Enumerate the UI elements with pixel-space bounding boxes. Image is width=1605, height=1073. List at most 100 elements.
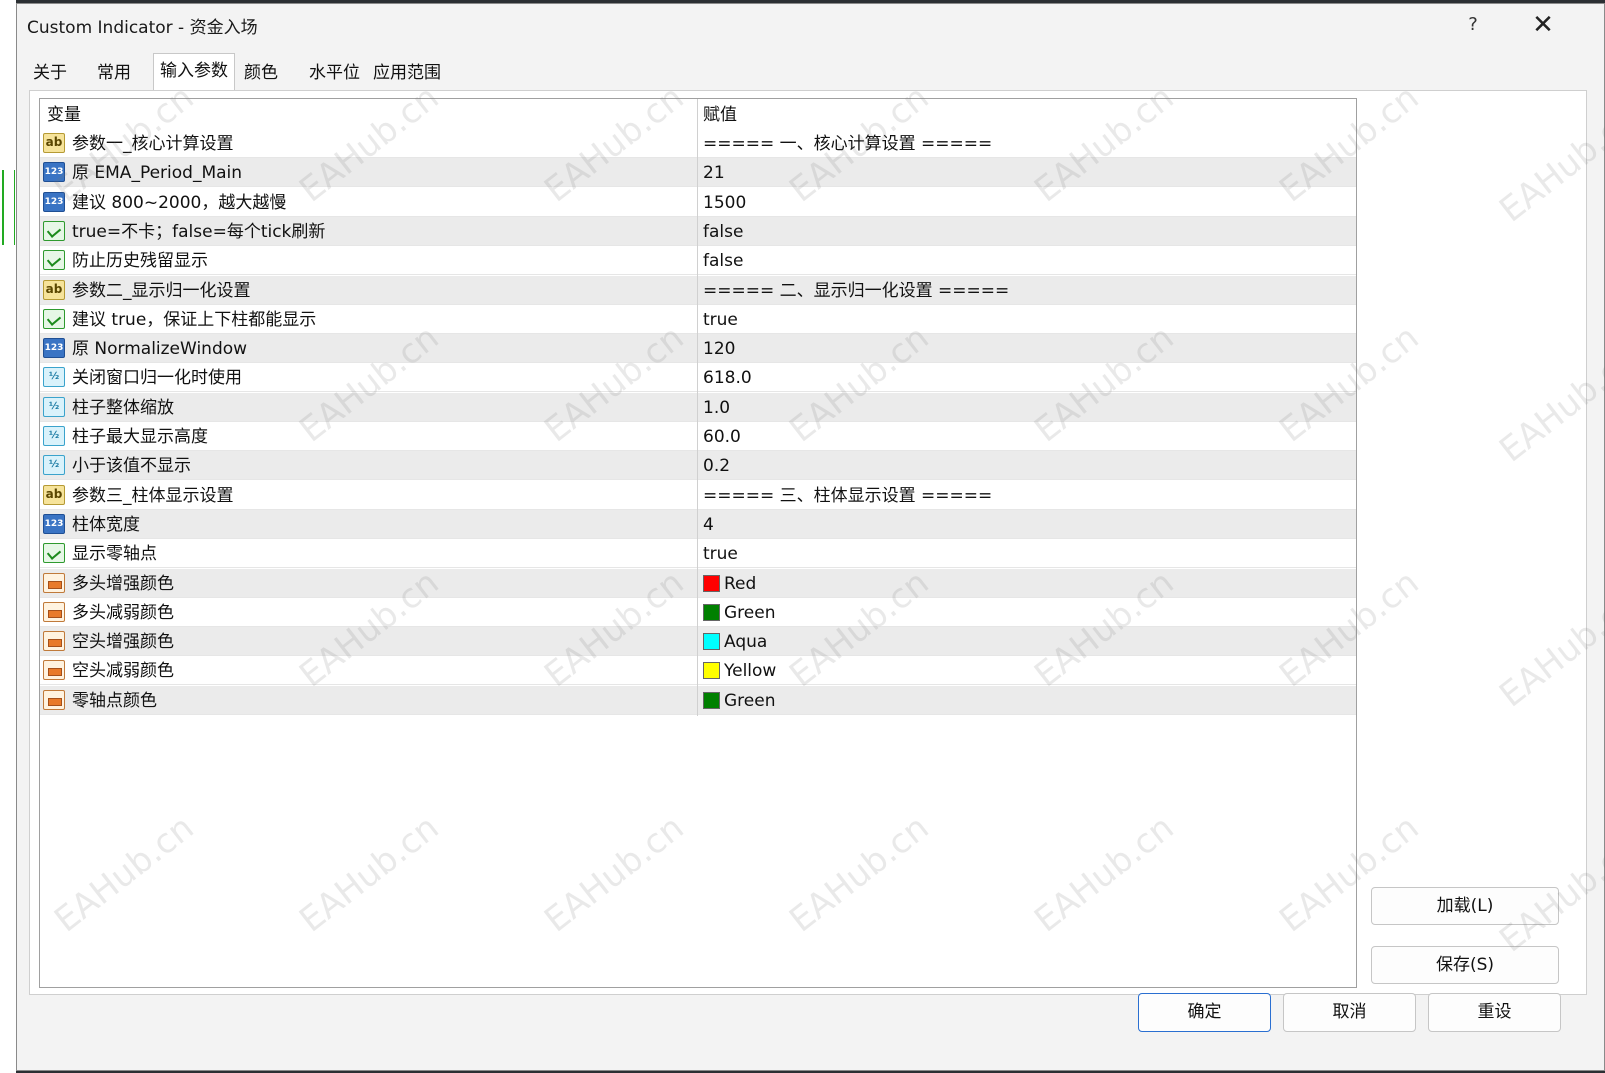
parameter-name: 零轴点颜色 — [72, 690, 157, 711]
tab-inputs[interactable]: 输入参数 — [153, 53, 235, 90]
parameter-row[interactable]: ab 参数三_柱体显示设置 ===== 三、柱体显示设置 ===== — [40, 481, 1356, 510]
parameter-value[interactable]: false — [703, 217, 743, 246]
tab-about[interactable]: 关于 — [27, 56, 73, 90]
parameter-value[interactable]: 618.0 — [703, 363, 752, 392]
int-icon: 123 — [43, 513, 65, 534]
color-swatch[interactable] — [703, 603, 720, 621]
parameter-value[interactable]: 4 — [703, 510, 714, 539]
input-parameters-grid: 变量 赋值 ab 参数一_核心计算设置 ===== 一、核心计算设置 ===== 12… — [39, 98, 1357, 988]
parameter-name: 关闭窗口归一化时使用 — [72, 368, 242, 389]
help-button[interactable]: ? — [1459, 11, 1487, 39]
tab-panel: 变量 赋值 ab 参数一_核心计算设置 ===== 一、核心计算设置 ===== 12… — [29, 90, 1587, 995]
parameter-name: 柱子最大显示高度 — [72, 427, 208, 447]
parameter-row[interactable]: 防止历史残留显示 false — [40, 246, 1356, 276]
parameter-row[interactable]: 建议 true，保证上下柱都能显示 true — [40, 305, 1356, 334]
double-icon: ½ — [43, 367, 65, 388]
parameter-row[interactable]: true=不卡；false=每个tick刷新 false — [40, 216, 1356, 246]
parameter-row[interactable]: ½ 小于该值不显示 0.2 — [40, 451, 1356, 481]
bool-icon — [43, 220, 65, 241]
parameter-value[interactable]: 60.0 — [703, 422, 741, 451]
parameter-value[interactable]: ===== 二、显示归一化设置 ===== — [703, 276, 1009, 305]
load-button[interactable]: 加载(L) — [1371, 887, 1559, 925]
parameter-value[interactable]: Aqua — [724, 627, 767, 656]
parameter-row[interactable]: 123 原 NormalizeWindow 120 — [40, 334, 1356, 364]
double-icon: ½ — [43, 396, 65, 417]
int-icon: 123 — [43, 338, 65, 359]
double-icon: ½ — [43, 426, 65, 446]
bool-icon — [43, 250, 65, 271]
parameter-name: 参数二_显示归一化设置 — [72, 280, 251, 301]
parameter-row[interactable]: 零轴点颜色 Green — [40, 685, 1356, 715]
int-icon: 123 — [43, 191, 65, 212]
parameter-name: 建议 800~2000，越大越慢 — [72, 192, 287, 213]
parameter-name: 小于该值不显示 — [72, 456, 191, 477]
parameter-value[interactable]: ===== 一、核心计算设置 ===== — [703, 129, 992, 158]
indicator-dialog: Custom Indicator - 资金入场 ? ✕ 关于 常用 输入参数 颜… — [16, 3, 1605, 1071]
background-chart — [0, 0, 16, 1073]
parameter-value[interactable]: 1.0 — [703, 393, 730, 422]
column-header-variable[interactable]: 变量 — [47, 99, 81, 129]
parameter-row[interactable]: ab 参数一_核心计算设置 ===== 一、核心计算设置 ===== — [40, 129, 1356, 158]
parameter-name: 参数一_核心计算设置 — [72, 134, 234, 154]
parameter-value[interactable]: Green — [724, 598, 775, 627]
parameter-value[interactable]: Yellow — [724, 656, 776, 685]
parameter-value[interactable]: Green — [724, 686, 775, 715]
parameter-row[interactable]: ½ 柱子最大显示高度 60.0 — [40, 422, 1356, 451]
parameter-row[interactable]: 空头减弱颜色 Yellow — [40, 656, 1356, 686]
parameter-value[interactable]: 120 — [703, 334, 735, 363]
tab-bar: 关于 常用 输入参数 颜色 水平位 应用范围 — [27, 53, 1587, 90]
color-swatch[interactable] — [703, 574, 720, 592]
string-icon: ab — [43, 484, 65, 505]
title-bar: Custom Indicator - 资金入场 ? ✕ — [17, 4, 1604, 44]
color-icon — [43, 601, 65, 622]
parameter-value[interactable]: Red — [724, 569, 756, 598]
tab-levels[interactable]: 水平位 — [303, 56, 366, 90]
parameter-row[interactable]: 123 建议 800~2000，越大越慢 1500 — [40, 188, 1356, 217]
color-swatch[interactable] — [703, 662, 720, 680]
column-divider[interactable] — [697, 99, 698, 716]
color-swatch[interactable] — [703, 691, 720, 709]
tab-colors[interactable]: 颜色 — [238, 56, 284, 90]
parameter-name: 柱子整体缩放 — [72, 397, 174, 418]
parameter-name: 原 EMA_Period_Main — [72, 163, 243, 184]
parameter-name: 空头减弱颜色 — [72, 661, 174, 682]
bool-icon — [43, 308, 65, 329]
parameter-value[interactable]: true — [703, 305, 738, 334]
tab-visualization[interactable]: 应用范围 — [367, 56, 447, 90]
close-button[interactable]: ✕ — [1525, 9, 1561, 41]
column-header-value[interactable]: 赋值 — [703, 99, 737, 129]
parameter-row[interactable]: 空头增强颜色 Aqua — [40, 627, 1356, 657]
parameter-name: 防止历史残留显示 — [72, 251, 208, 272]
chart-indicator-line — [2, 170, 15, 245]
parameter-value[interactable]: ===== 三、柱体显示设置 ===== — [703, 481, 992, 510]
double-icon: ½ — [43, 455, 65, 476]
parameter-name: true=不卡；false=每个tick刷新 — [72, 221, 326, 242]
parameter-row[interactable]: 123 原 EMA_Period_Main 21 — [40, 158, 1356, 188]
parameter-value[interactable]: 1500 — [703, 188, 746, 217]
parameter-name: 显示零轴点 — [72, 544, 157, 565]
parameter-row[interactable]: ½ 关闭窗口归一化时使用 618.0 — [40, 363, 1356, 393]
color-swatch[interactable] — [703, 633, 720, 651]
parameter-name: 建议 true，保证上下柱都能显示 — [72, 309, 317, 330]
bool-icon — [43, 543, 65, 564]
reset-button[interactable]: 重设 — [1428, 993, 1561, 1032]
int-icon: 123 — [43, 162, 65, 183]
parameter-row[interactable]: ½ 柱子整体缩放 1.0 — [40, 392, 1356, 422]
cancel-button[interactable]: 取消 — [1283, 993, 1416, 1032]
save-button[interactable]: 保存(S) — [1371, 946, 1559, 984]
parameter-value[interactable]: true — [703, 539, 738, 568]
window-title: Custom Indicator - 资金入场 — [27, 18, 258, 38]
tab-common[interactable]: 常用 — [91, 56, 137, 90]
ok-button[interactable]: 确定 — [1138, 993, 1271, 1032]
grid-header: 变量 赋值 — [40, 99, 1356, 129]
parameter-name: 多头增强颜色 — [72, 573, 174, 594]
parameter-row[interactable]: 多头增强颜色 Red — [40, 568, 1356, 598]
parameter-name: 柱体宽度 — [72, 514, 140, 535]
parameter-value[interactable]: false — [703, 246, 743, 275]
parameter-row[interactable]: 显示零轴点 true — [40, 539, 1356, 569]
parameter-value[interactable]: 0.2 — [703, 451, 730, 480]
parameter-value[interactable]: 21 — [703, 158, 725, 187]
parameter-row[interactable]: ab 参数二_显示归一化设置 ===== 二、显示归一化设置 ===== — [40, 275, 1356, 305]
parameter-row[interactable]: 123 柱体宽度 4 — [40, 509, 1356, 539]
parameter-row[interactable]: 多头减弱颜色 Green — [40, 598, 1356, 627]
